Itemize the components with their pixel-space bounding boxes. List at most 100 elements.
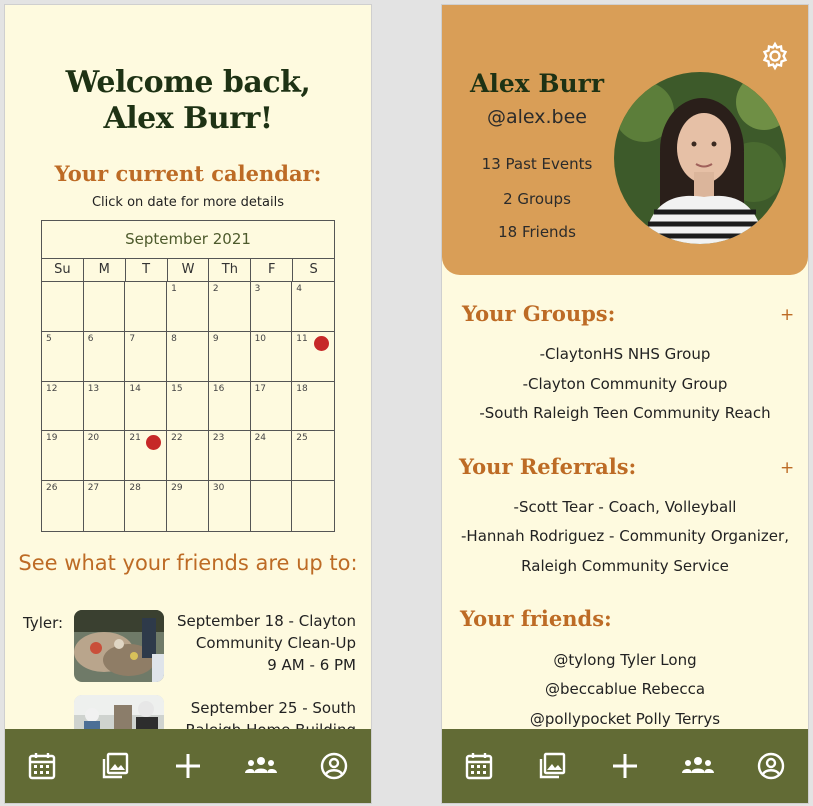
calendar-day[interactable]: 19 (42, 431, 84, 482)
calendar-day-number: 2 (212, 284, 219, 294)
calendar-day-number: 29 (171, 483, 183, 494)
calendar-day[interactable]: 16 (208, 381, 251, 432)
calendar-empty-cell (125, 282, 168, 332)
nav-gallery-button[interactable] (532, 746, 572, 786)
calendar-day-number: 20 (87, 433, 100, 444)
weekday-label: W (168, 259, 210, 281)
calendar-day[interactable]: 23 (208, 431, 251, 482)
past-events-count[interactable]: 13 Past Events (462, 155, 612, 173)
groups-heading: Your Groups: (462, 301, 616, 326)
calendar-day[interactable]: 9 (208, 331, 251, 382)
calendar-empty-cell (42, 282, 84, 332)
calendar-day[interactable]: 2 (208, 282, 251, 332)
welcome-line-2: Alex Burr! (103, 101, 273, 136)
referral-item[interactable]: -Hannah Rodriguez - Community Organizer, (442, 527, 808, 545)
calendar-day[interactable]: 29 (167, 481, 209, 531)
weekday-label: Su (42, 259, 84, 281)
calendar-day-number: 1 (171, 284, 177, 294)
calendar-day-number: 30 (212, 483, 225, 494)
calendar-day[interactable]: 28 (125, 481, 168, 531)
bottom-nav (5, 729, 371, 803)
event-date-title: September 18 - Clayton (177, 612, 356, 630)
profile-icon (758, 752, 785, 780)
calendar-day[interactable]: 10 (250, 331, 293, 382)
add-group-button[interactable]: + (780, 305, 794, 325)
calendar-day[interactable]: 12 (42, 381, 84, 432)
calendar-day[interactable]: 21 (125, 431, 168, 482)
calendar-day[interactable]: 15 (167, 381, 209, 432)
calendar-day[interactable]: 22 (167, 431, 209, 482)
calendar-day[interactable]: 18 (292, 382, 334, 432)
gear-icon (762, 41, 788, 71)
nav-calendar-button[interactable] (22, 746, 62, 786)
friend-item[interactable]: @tylong Tyler Long (442, 651, 808, 669)
weekday-label: Th (209, 259, 252, 281)
calendar-day-number: 3 (254, 284, 261, 294)
weekday-label: F (251, 259, 294, 281)
add-icon (612, 754, 637, 778)
friends-count[interactable]: 18 Friends (462, 223, 612, 241)
event-indicator-dot[interactable] (146, 435, 162, 451)
calendar-day-number: 6 (87, 333, 94, 344)
nav-profile-button[interactable] (314, 746, 354, 786)
event-photo[interactable] (74, 610, 164, 682)
welcome-line-1: Welcome back, (65, 65, 311, 100)
referral-item[interactable]: -Scott Tear - Coach, Volleyball (442, 498, 808, 516)
calendar-day[interactable]: 7 (125, 331, 168, 382)
calendar-day[interactable]: 1 (167, 282, 209, 332)
calendar-heading: Your current calendar: (54, 161, 322, 186)
calendar-day[interactable]: 3 (250, 282, 293, 332)
friend-item[interactable]: @pollypocket Polly Terrys (442, 710, 808, 728)
calendar-grid: 1 2 3 4 5 6 7 8 9 10 11 12 13 14 15 16 17 18 19 20 21 22 23 24 2… (42, 282, 334, 531)
calendar-day[interactable]: 24 (250, 431, 293, 482)
calendar-day[interactable]: 6 (83, 331, 126, 382)
profile-card: Alex Burr @alex.bee 13 Past Events 2 Gro… (442, 5, 808, 275)
calendar-day[interactable]: 14 (125, 381, 168, 432)
calendar-weekdays: Su M T W Th F S (42, 259, 334, 282)
calendar-icon (465, 753, 492, 780)
calendar-day[interactable]: 8 (167, 331, 209, 382)
calendar-day[interactable]: 27 (84, 481, 126, 531)
nav-groups-button[interactable] (678, 746, 718, 786)
nav-profile-button[interactable] (751, 746, 791, 786)
calendar-day[interactable]: 13 (83, 381, 126, 432)
calendar-day-number: 11 (296, 333, 308, 344)
event-indicator-dot[interactable] (314, 335, 329, 351)
calendar-day[interactable]: 25 (292, 431, 334, 482)
calendar-day[interactable]: 17 (250, 381, 293, 432)
event-details: September 18 - Clayton Community Clean-U… (168, 610, 356, 676)
weekday-label: S (309, 262, 318, 277)
group-item[interactable]: -Clayton Community Group (442, 375, 808, 393)
group-item[interactable]: -South Raleigh Teen Community Reach (442, 404, 808, 422)
nav-add-button[interactable] (605, 746, 645, 786)
profile-screen: Alex Burr @alex.bee 13 Past Events 2 Gro… (441, 4, 809, 804)
calendar-day[interactable]: 4 (292, 282, 334, 332)
event-date-title: September 25 - South (190, 699, 356, 717)
calendar-day[interactable]: 30 (209, 481, 251, 531)
nav-gallery-button[interactable] (95, 746, 135, 786)
group-item[interactable]: -ClaytonHS NHS Group (442, 345, 808, 363)
nav-groups-button[interactable] (241, 746, 281, 786)
calendar-day[interactable]: 26 (42, 481, 84, 531)
weekday-label: T (126, 259, 168, 281)
calendar-day-number: 4 (296, 284, 303, 294)
nav-add-button[interactable] (168, 746, 208, 786)
calendar-day-number: 9 (212, 333, 219, 344)
calendar-day-number: 27 (87, 483, 100, 494)
calendar-day-number: 28 (129, 483, 141, 494)
calendar: September 2021 Su M T W Th F S 1 2 3 4 5 6 7 8 9 10 11 12… (41, 220, 335, 532)
calendar-day[interactable]: 20 (83, 431, 126, 482)
calendar-day[interactable]: 5 (42, 331, 84, 382)
calendar-day-number: 8 (171, 333, 177, 344)
groups-count[interactable]: 2 Groups (462, 190, 612, 208)
add-referral-button[interactable]: + (780, 458, 794, 478)
calendar-day[interactable]: 11 (292, 332, 334, 382)
calendar-day-number: 13 (87, 383, 100, 394)
nav-calendar-button[interactable] (459, 746, 499, 786)
friend-item[interactable]: @beccablue Rebecca (442, 680, 808, 698)
welcome-heading: Welcome back, Alex Burr! (5, 65, 371, 137)
calendar-day-number: 26 (46, 483, 58, 494)
calendar-icon (28, 753, 55, 780)
settings-button[interactable] (760, 41, 790, 71)
calendar-empty-cell (292, 481, 334, 531)
